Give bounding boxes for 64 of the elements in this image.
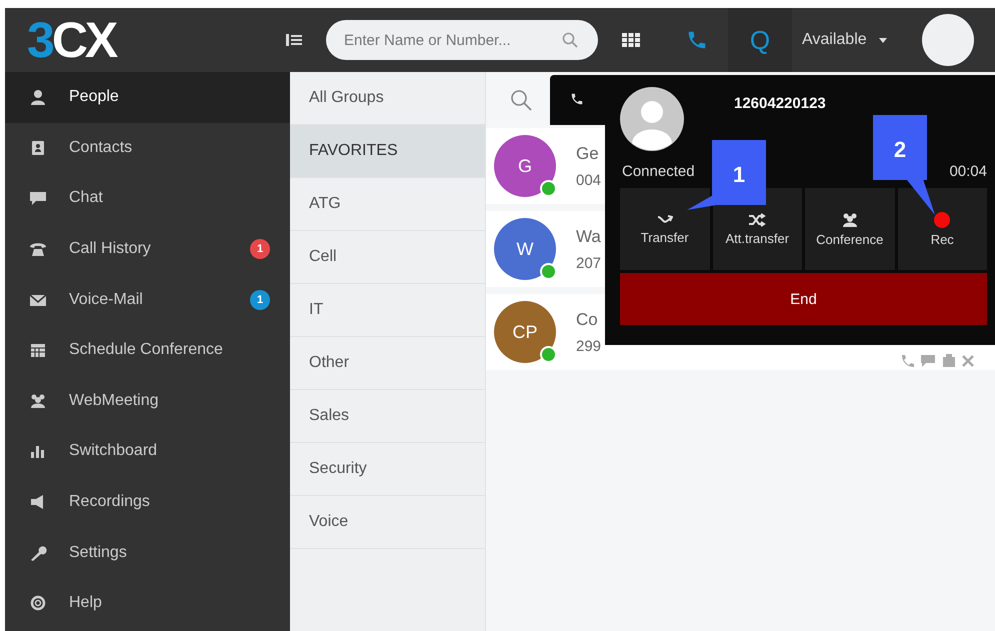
calendar-icon bbox=[29, 342, 47, 358]
contact-number: 299 bbox=[576, 338, 602, 354]
caller-avatar bbox=[620, 87, 684, 151]
contact-card-icon bbox=[29, 140, 47, 156]
contact-name: Wa bbox=[576, 226, 602, 246]
sidebar-item[interactable]: Chat bbox=[5, 173, 290, 224]
queue-button[interactable]: Q bbox=[728, 8, 792, 72]
group-item[interactable]: Voice bbox=[290, 496, 485, 549]
logo: 3CX bbox=[26, 11, 118, 69]
caller-number: 12604220123 bbox=[734, 95, 826, 114]
contact-avatar: CP bbox=[494, 301, 556, 363]
search-icon bbox=[562, 32, 578, 48]
contact-avatar: G bbox=[494, 135, 556, 197]
count-badge: 1 bbox=[250, 290, 270, 310]
search-icon[interactable] bbox=[510, 89, 532, 111]
contact-name: Ge bbox=[576, 144, 600, 164]
group-item[interactable]: Other bbox=[290, 337, 485, 390]
person-icon bbox=[29, 89, 47, 106]
group-icon bbox=[29, 392, 47, 409]
shuffle-icon bbox=[748, 212, 766, 226]
group-item[interactable]: IT bbox=[290, 284, 485, 337]
desk-phone-icon bbox=[29, 241, 47, 258]
group-item[interactable]: Cell bbox=[290, 231, 485, 284]
group-item[interactable]: Sales bbox=[290, 390, 485, 443]
group-icon bbox=[840, 212, 859, 228]
group-item[interactable]: ATG bbox=[290, 178, 485, 231]
transfer-button[interactable]: Transfer bbox=[620, 188, 710, 270]
chat-bubble-icon bbox=[29, 190, 47, 206]
sidebar-item[interactable]: Help bbox=[5, 578, 290, 629]
menu-icon[interactable] bbox=[286, 34, 302, 46]
bar-chart-icon bbox=[29, 443, 47, 460]
contact-number: 004 bbox=[576, 172, 602, 188]
sidebar-item[interactable]: Contacts bbox=[5, 122, 290, 174]
phone-icon[interactable] bbox=[686, 29, 708, 51]
sidebar-item[interactable]: People bbox=[5, 72, 290, 123]
call-state: Connected bbox=[622, 163, 695, 180]
contact-actions-icon[interactable] bbox=[901, 354, 975, 368]
sidebar-item[interactable]: Call History 1 bbox=[5, 224, 290, 274]
dialpad-icon[interactable] bbox=[622, 33, 640, 47]
contact-avatar: W bbox=[494, 218, 556, 280]
user-avatar[interactable] bbox=[922, 14, 974, 66]
sidebar-item[interactable]: Voice-Mail 1 bbox=[5, 274, 290, 325]
sidebar-item[interactable]: Settings bbox=[5, 527, 290, 578]
conference-button[interactable]: Conference bbox=[805, 188, 894, 270]
sidebar-item[interactable]: Schedule Conference bbox=[5, 324, 290, 376]
record-button[interactable]: Rec bbox=[898, 188, 987, 270]
sidebar-item[interactable]: Switchboard bbox=[5, 426, 290, 477]
group-item[interactable]: FAVORITES bbox=[290, 125, 485, 178]
contact-name: Co bbox=[576, 310, 599, 330]
record-dot-icon bbox=[934, 212, 950, 228]
contact-number: 207 bbox=[576, 254, 602, 272]
callout: 2 bbox=[873, 115, 936, 216]
phone-icon bbox=[570, 92, 584, 106]
call-duration: 00:04 bbox=[949, 163, 987, 180]
count-badge: 1 bbox=[250, 239, 270, 260]
end-call-button[interactable]: End bbox=[620, 273, 987, 325]
group-item[interactable]: Security bbox=[290, 443, 485, 496]
sidebar-item[interactable]: Recordings bbox=[5, 476, 290, 528]
transfer-arrow-icon bbox=[656, 214, 673, 226]
sidebar-item[interactable]: WebMeeting bbox=[5, 376, 290, 426]
lifebuoy-icon bbox=[29, 595, 47, 612]
search-field[interactable]: Enter Name or Number... bbox=[326, 20, 598, 60]
status-dropdown[interactable]: Available bbox=[792, 31, 922, 49]
caret-icon bbox=[878, 38, 887, 42]
